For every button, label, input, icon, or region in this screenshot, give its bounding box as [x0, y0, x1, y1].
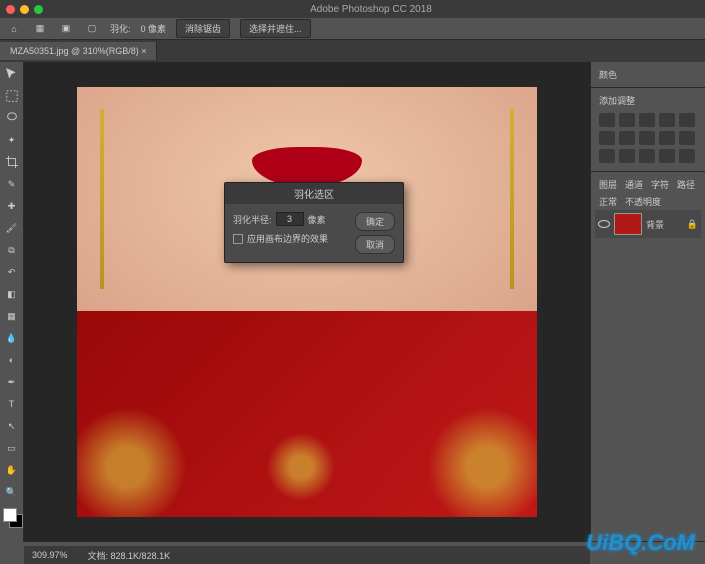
layers-panel: 图层 通道 字符 路径 正常 不透明度 背景 🔒: [591, 172, 705, 542]
vibrance-icon[interactable]: [679, 113, 695, 127]
brush-tool[interactable]: 🖌: [0, 218, 23, 238]
lock-icon[interactable]: 🔒: [687, 219, 698, 230]
selection-icon[interactable]: ▦: [32, 21, 48, 37]
stamp-tool[interactable]: ⧉: [0, 240, 23, 260]
antialias-button[interactable]: 消除锯齿: [176, 19, 230, 38]
pen-tool[interactable]: ✒: [0, 372, 23, 392]
titlebar: Adobe Photoshop CC 2018: [0, 0, 705, 18]
eyedropper-tool[interactable]: ✎: [0, 174, 23, 194]
radius-input[interactable]: [276, 212, 304, 226]
threshold-icon[interactable]: [639, 149, 655, 163]
wand-tool[interactable]: ✦: [0, 130, 23, 150]
maximize-window-button[interactable]: [34, 5, 43, 14]
color-swatches[interactable]: [0, 508, 23, 532]
curves-icon[interactable]: [639, 113, 655, 127]
dodge-tool[interactable]: ◐: [0, 350, 23, 370]
mixer-icon[interactable]: [679, 131, 695, 145]
lasso-tool[interactable]: [0, 108, 23, 128]
type-tool[interactable]: T: [0, 394, 23, 414]
shape-tool[interactable]: ▭: [0, 438, 23, 458]
layer-thumbnail[interactable]: [614, 213, 642, 235]
invert-icon[interactable]: [599, 149, 615, 163]
dialog-title: 羽化选区: [225, 183, 403, 204]
path-tool[interactable]: ↖: [0, 416, 23, 436]
window-controls: [6, 5, 43, 14]
blur-tool[interactable]: 💧: [0, 328, 23, 348]
layer-row[interactable]: 背景 🔒: [595, 210, 701, 238]
adjust-tab: 添加调整: [599, 94, 635, 107]
layer-name: 背景: [646, 218, 664, 231]
feather-value[interactable]: 0 像素: [141, 22, 167, 35]
ok-button[interactable]: 确定: [355, 212, 395, 231]
status-bar: 309.97% 文档: 828.1K/828.1K: [24, 546, 590, 564]
gradient-map-icon[interactable]: [659, 149, 675, 163]
color-panel: 颜色: [591, 62, 705, 88]
tools-panel: ✦ ✎ ✚ 🖌 ⧉ ↶ ◧ ▦ 💧 ◐ ✒ T ↖ ▭ ✋ 🔍: [0, 62, 24, 542]
canvas-image[interactable]: [77, 87, 537, 517]
visibility-icon[interactable]: [598, 220, 610, 228]
canvas-area: 羽化选区 羽化半径: 像素 应用画布边界的效果 确定 取消: [24, 62, 590, 542]
checkbox-label: 应用画布边界的效果: [247, 232, 328, 245]
posterize-icon[interactable]: [619, 149, 635, 163]
photo-filter-icon[interactable]: [659, 131, 675, 145]
feather-dialog: 羽化选区 羽化半径: 像素 应用画布边界的效果 确定 取消: [224, 182, 404, 263]
layers-tab[interactable]: 图层: [599, 178, 617, 191]
hue-icon[interactable]: [599, 131, 615, 145]
gradient-tool[interactable]: ▦: [0, 306, 23, 326]
zoom-level[interactable]: 309.97%: [32, 550, 68, 560]
cancel-button[interactable]: 取消: [355, 235, 395, 254]
options-bar: ⌂ ▦ ▣ ▢ 羽化: 0 像素 消除锯齿 选择并遮住...: [0, 18, 705, 40]
levels-icon[interactable]: [619, 113, 635, 127]
document-tabs: MZA50351.jpg @ 310%(RGB/8) ×: [0, 40, 705, 62]
minimize-window-button[interactable]: [20, 5, 29, 14]
balance-icon[interactable]: [619, 131, 635, 145]
brightness-icon[interactable]: [599, 113, 615, 127]
subtract-selection-icon[interactable]: ▢: [84, 21, 100, 37]
blend-mode[interactable]: 正常: [599, 195, 617, 208]
doc-size: 文档: 828.1K/828.1K: [88, 549, 171, 562]
bw-icon[interactable]: [639, 131, 655, 145]
adjustments-panel: 添加调整: [591, 88, 705, 172]
feather-label: 羽化:: [110, 22, 131, 35]
app-title: Adobe Photoshop CC 2018: [43, 4, 699, 15]
healing-tool[interactable]: ✚: [0, 196, 23, 216]
watermark: UiBQ.CoM: [586, 530, 695, 556]
opacity-label: 不透明度: [625, 195, 661, 208]
move-tool[interactable]: [0, 64, 23, 84]
hand-tool[interactable]: ✋: [0, 460, 23, 480]
document-tab[interactable]: MZA50351.jpg @ 310%(RGB/8) ×: [0, 42, 157, 60]
selective-icon[interactable]: [679, 149, 695, 163]
close-window-button[interactable]: [6, 5, 15, 14]
char-tab[interactable]: 字符: [651, 178, 669, 191]
radius-label: 羽化半径:: [233, 213, 272, 226]
marquee-tool[interactable]: [0, 86, 23, 106]
unit-label: 像素: [308, 213, 326, 226]
home-icon[interactable]: ⌂: [6, 21, 22, 37]
history-brush-tool[interactable]: ↶: [0, 262, 23, 282]
zoom-tool[interactable]: 🔍: [0, 482, 23, 502]
channels-tab[interactable]: 通道: [625, 178, 643, 191]
paths-tab[interactable]: 路径: [677, 178, 695, 191]
select-mask-button[interactable]: 选择并遮住...: [240, 19, 311, 38]
right-panels: 颜色 添加调整 图层 通道 字符 路径 正常 不透明度: [590, 62, 705, 542]
color-tab[interactable]: 颜色: [599, 68, 617, 81]
canvas-bounds-checkbox[interactable]: [233, 234, 243, 244]
crop-tool[interactable]: [0, 152, 23, 172]
eraser-tool[interactable]: ◧: [0, 284, 23, 304]
add-selection-icon[interactable]: ▣: [58, 21, 74, 37]
foreground-color[interactable]: [3, 508, 17, 522]
exposure-icon[interactable]: [659, 113, 675, 127]
